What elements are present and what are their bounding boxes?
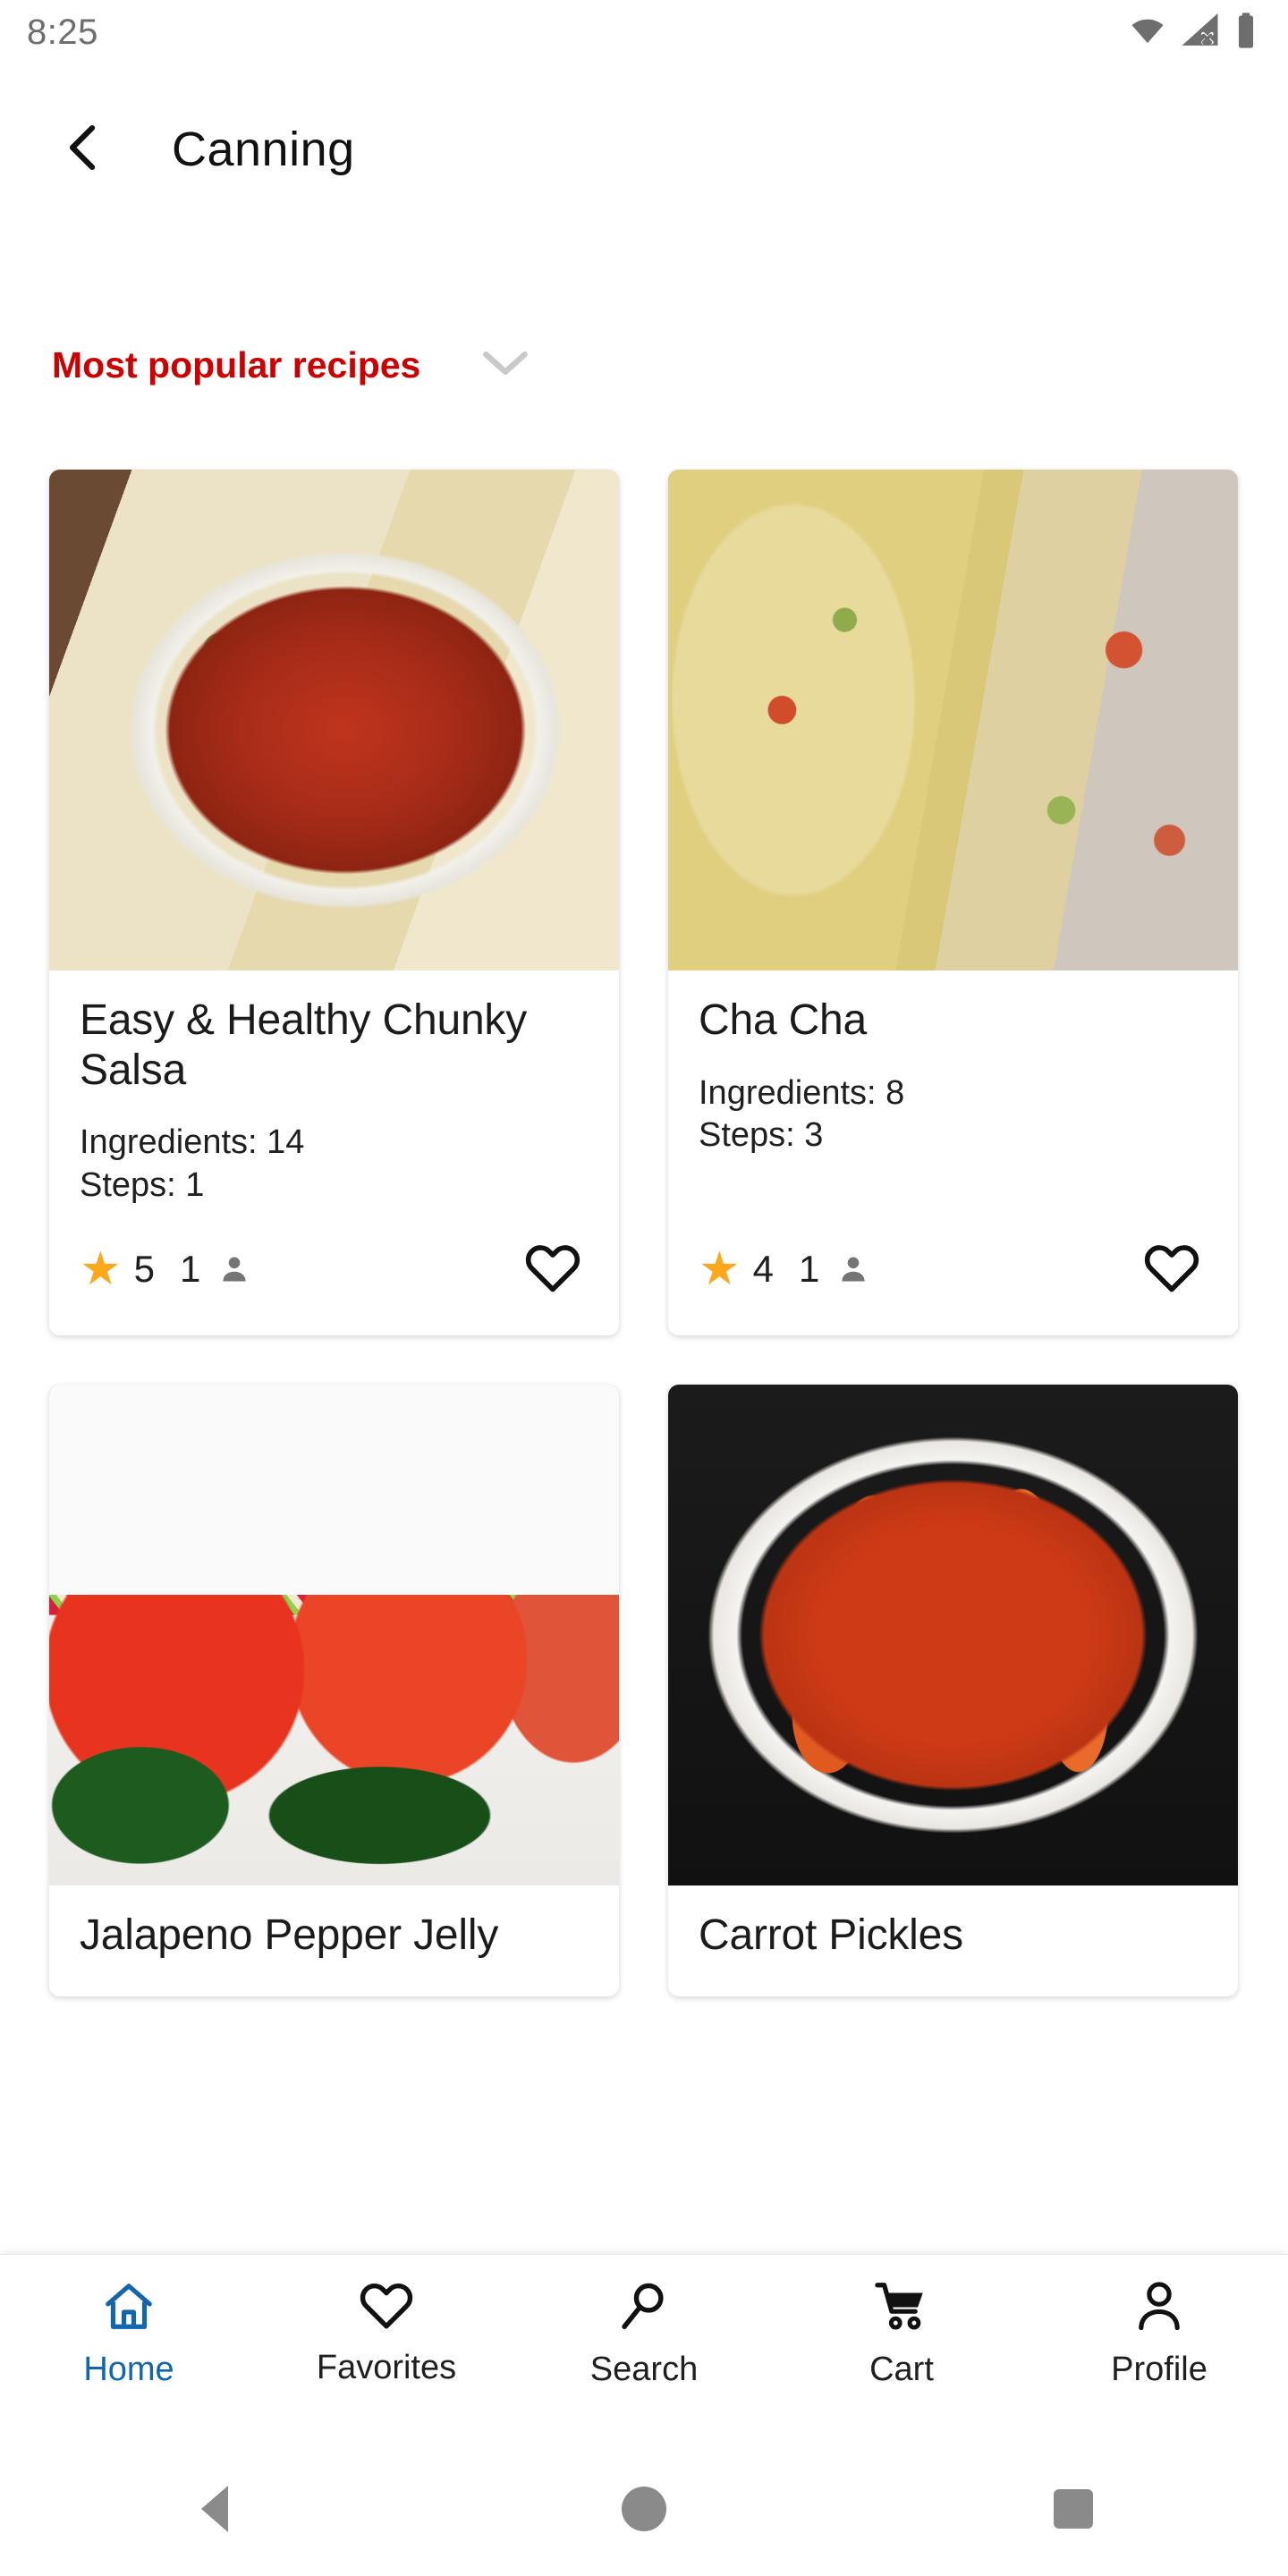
recipe-steps: Steps: 1 [80, 1165, 205, 1204]
recipe-card[interactable]: Jalapeno Pepper Jelly [49, 1385, 619, 1997]
review-count: 1 [179, 1248, 201, 1291]
status-time: 8:25 [27, 12, 98, 52]
recipe-steps: Steps: 3 [699, 1116, 824, 1155]
status-icons [1127, 12, 1258, 54]
recipe-ingredients: Ingredients: 14 [80, 1123, 305, 1162]
heart-outline-icon [524, 1241, 581, 1299]
search-icon [616, 2278, 672, 2338]
home-icon [100, 2278, 157, 2338]
person-icon [1131, 2278, 1187, 2338]
recipe-title: Carrot Pickles [699, 1911, 963, 1960]
home-circle-icon [622, 2487, 666, 2531]
recipe-card[interactable]: Carrot Pickles [668, 1385, 1238, 1997]
recipe-card-footer: ★ 5 1 [49, 1207, 619, 1335]
person-icon [218, 1253, 250, 1285]
app-bar: Canning [0, 64, 1288, 234]
system-back-button[interactable] [161, 2455, 268, 2563]
status-bar: 8:25 [0, 0, 1288, 64]
nav-item-home[interactable]: Home [0, 2278, 258, 2389]
recipe-card-footer: ★ 4 1 [668, 1207, 1238, 1335]
recipe-card[interactable]: Easy & Healthy Chunky Salsa Ingredients:… [49, 470, 619, 1336]
star-filled-icon: ★ [699, 1243, 741, 1296]
nav-item-search[interactable]: Search [515, 2278, 773, 2389]
nav-item-profile[interactable]: Profile [1030, 2278, 1288, 2389]
filter-dropdown-button[interactable] [474, 334, 537, 396]
recipe-ingredients: Ingredients: 8 [699, 1073, 905, 1112]
wifi-icon [1127, 13, 1168, 53]
app-screen: 8:25 Canning Most popular recipes Easy &… [0, 0, 1288, 2576]
nav-item-favorites[interactable]: Favorites [258, 2278, 515, 2387]
battery-icon [1234, 12, 1258, 54]
page-title: Canning [172, 123, 355, 176]
system-home-button[interactable] [590, 2455, 698, 2563]
heart-outline-icon [359, 2278, 414, 2336]
back-triangle-icon [201, 2486, 228, 2532]
star-filled-icon: ★ [80, 1243, 122, 1296]
favorite-button[interactable] [1136, 1233, 1208, 1305]
back-button[interactable] [30, 96, 138, 203]
recipe-title: Easy & Healthy Chunky Salsa [80, 996, 528, 1094]
recents-square-icon [1054, 2489, 1093, 2529]
person-icon [837, 1253, 869, 1285]
shopping-cart-icon [874, 2278, 929, 2338]
recipe-image [49, 1385, 619, 1886]
system-navigation-bar [0, 2442, 1288, 2576]
filter-label: Most popular recipes [52, 343, 421, 386]
recipe-card[interactable]: Cha Cha Ingredients: 8 Steps: 3 ★ 4 1 [668, 470, 1238, 1336]
cellular-no-signal-icon [1181, 13, 1222, 53]
nav-label-profile: Profile [1111, 2351, 1208, 2388]
rating-value: 5 [133, 1248, 155, 1291]
chevron-down-icon [482, 347, 529, 384]
review-count: 1 [798, 1248, 820, 1291]
chevron-left-icon [56, 120, 112, 180]
system-recents-button[interactable] [1020, 2455, 1127, 2563]
nav-label-home: Home [83, 2351, 174, 2388]
favorite-button[interactable] [517, 1233, 589, 1305]
nav-label-search: Search [589, 2351, 699, 2388]
recipe-title: Cha Cha [699, 996, 868, 1044]
recipe-rating: ★ 4 1 [699, 1246, 869, 1292]
rating-value: 4 [752, 1248, 774, 1291]
recipe-grid: Easy & Healthy Chunky Salsa Ingredients:… [49, 470, 1239, 1997]
recipe-image [668, 1385, 1238, 1886]
recipe-card-body: Cha Cha Ingredients: 8 Steps: 3 [668, 970, 1238, 1207]
filter-row[interactable]: Most popular recipes [0, 324, 1288, 406]
recipe-rating: ★ 5 1 [80, 1246, 250, 1292]
recipe-title: Jalapeno Pepper Jelly [80, 1911, 499, 1960]
nav-label-favorites: Favorites [316, 2349, 457, 2386]
nav-label-cart: Cart [869, 2351, 934, 2388]
recipe-image [49, 470, 619, 970]
recipe-card-body: Carrot Pickles [668, 1885, 1238, 1996]
nav-item-cart[interactable]: Cart [773, 2278, 1030, 2389]
bottom-navigation: Home Favorites Search Cart Profile [0, 2254, 1288, 2442]
recipe-card-body: Easy & Healthy Chunky Salsa Ingredients:… [49, 970, 619, 1207]
recipe-card-body: Jalapeno Pepper Jelly [49, 1885, 619, 1996]
recipe-image [668, 470, 1238, 970]
heart-outline-icon [1143, 1241, 1200, 1299]
